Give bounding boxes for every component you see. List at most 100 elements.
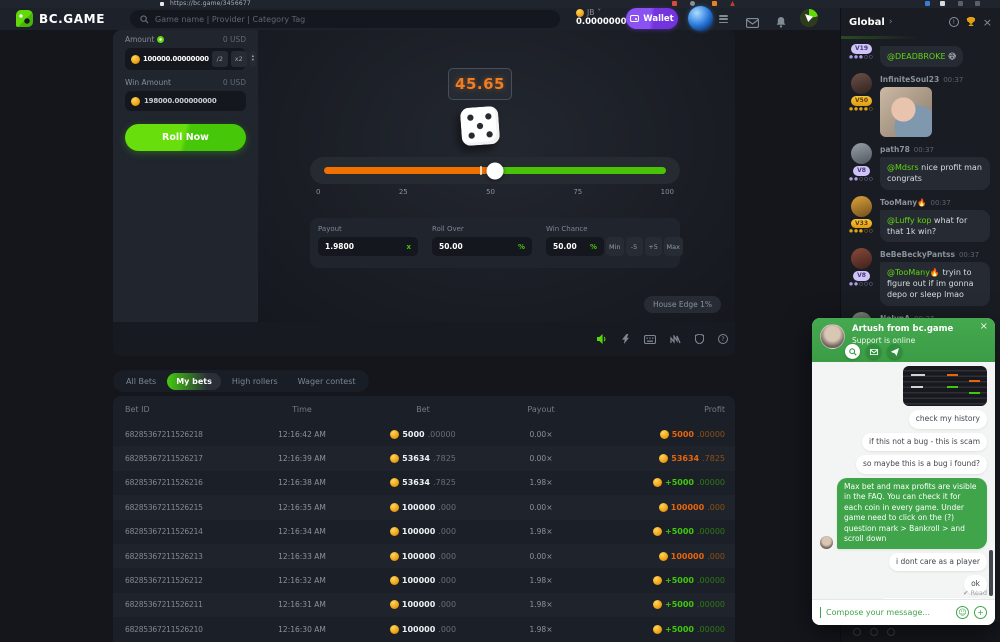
email-icon[interactable]: [866, 344, 881, 359]
table-row[interactable]: 68285367211526217 12:16:39 AM 53634.7825…: [113, 446, 735, 470]
address-bar-url[interactable]: https://bc.game/3456677: [170, 0, 251, 7]
fairness-shield-icon[interactable]: [695, 334, 704, 344]
bet-amount-input[interactable]: 100000.00000000 /2 x2 ▴ ▾: [125, 48, 246, 70]
table-row[interactable]: 68285367211526214 12:16:34 AM 100000.000…: [113, 520, 735, 544]
close-icon[interactable]: ×: [980, 321, 988, 332]
avatar[interactable]: [851, 143, 872, 164]
bonus-spin-icon[interactable]: [800, 9, 818, 27]
attach-icon[interactable]: [887, 628, 895, 636]
game-search-input[interactable]: Game name | Provider | Category Tag: [130, 10, 560, 28]
username[interactable]: BeBeBeckyPantss: [880, 250, 955, 259]
extension-icon[interactable]: [730, 1, 735, 6]
user-avatar[interactable]: [688, 6, 713, 31]
bet-amount: 100000.000: [361, 600, 485, 609]
chat-message[interactable]: V8 ●●○○○ BeBeBeckyPantss00:37 @TooMany🔥 …: [841, 245, 1000, 309]
hotkeys-keyboard-icon[interactable]: [644, 335, 656, 344]
table-row[interactable]: 68285367211526216 12:16:38 AM 53634.7825…: [113, 471, 735, 495]
chat-input-bar[interactable]: [841, 622, 1000, 642]
username[interactable]: InfiniteSoul23: [880, 75, 939, 84]
avatar[interactable]: [851, 73, 872, 94]
extension-icon[interactable]: [690, 1, 695, 6]
support-compose-bar[interactable]: Compose your message... ☺ +: [812, 599, 995, 625]
payout-input[interactable]: 1.9800 x: [318, 237, 418, 256]
chevron-right-icon[interactable]: ›: [889, 17, 893, 27]
balance-selector[interactable]: JB ˅ 0.00000000: [576, 8, 632, 27]
profile-menu-icon[interactable]: [719, 15, 728, 23]
mention[interactable]: @Mdsrs: [887, 163, 921, 172]
roll-slider[interactable]: [310, 157, 680, 184]
chat-message[interactable]: V33 ●●●○○ TooMany🔥00:37 @Luffy kop what …: [841, 193, 1000, 245]
bet-controls-panel: Amount 0 USD 100000.00000000 /2 x2 ▴ ▾ W…: [113, 30, 258, 322]
bets-tab[interactable]: High rollers: [223, 373, 287, 390]
username[interactable]: path78: [880, 145, 910, 154]
step-down-icon[interactable]: ▾: [252, 59, 254, 64]
help-icon[interactable]: ?: [718, 334, 728, 344]
emoji-icon[interactable]: [853, 628, 861, 636]
wallet-icon: [630, 15, 639, 22]
column-header: Payout: [485, 405, 597, 414]
avatar[interactable]: [851, 196, 872, 217]
trophy-icon[interactable]: [966, 17, 976, 27]
half-bet-button[interactable]: /2: [212, 51, 228, 67]
scale-label: 0: [316, 188, 320, 196]
chat-message[interactable]: V8 ●●○○○ path7800:37 @Mdsrs nice profit …: [841, 140, 1000, 192]
double-bet-button[interactable]: x2: [231, 51, 247, 67]
extension-icon[interactable]: [925, 1, 930, 6]
telegram-send-icon[interactable]: [887, 344, 902, 359]
roll-now-button[interactable]: Roll Now: [125, 124, 246, 151]
message-image[interactable]: [880, 87, 932, 137]
table-row[interactable]: 68285367211526211 12:16:31 AM 100000.000…: [113, 593, 735, 617]
messages-mail-icon[interactable]: [746, 13, 759, 32]
mention[interactable]: @DEADBROKE: [887, 52, 948, 61]
extension-icon[interactable]: [975, 1, 980, 6]
avatar[interactable]: [851, 248, 872, 269]
smiley-icon[interactable]: ☺: [956, 606, 969, 619]
amount-stepper[interactable]: ▴ ▾: [250, 51, 256, 67]
trends-icon[interactable]: [670, 335, 681, 344]
support-scrollbar[interactable]: [989, 550, 993, 596]
table-row[interactable]: 68285367211526218 12:16:42 AM 5000.00000…: [113, 422, 735, 446]
gif-icon[interactable]: [870, 628, 878, 636]
extension-icon[interactable]: [672, 1, 677, 6]
chance-button[interactable]: +5: [645, 237, 662, 256]
add-attachment-icon[interactable]: +: [974, 606, 987, 619]
slider-handle[interactable]: [487, 162, 504, 179]
chat-room-title[interactable]: Global: [849, 17, 885, 28]
support-message: check my history: [820, 410, 987, 429]
notifications-bell-icon[interactable]: [776, 13, 786, 32]
bets-tab[interactable]: My bets: [167, 373, 221, 390]
chance-button[interactable]: Min: [606, 237, 624, 256]
attached-screenshot[interactable]: [903, 366, 987, 406]
chat-message[interactable]: V19 ●●●○○ @DEADBROKE 😅: [841, 41, 1000, 70]
chat-rules-icon[interactable]: !: [949, 17, 959, 27]
close-icon[interactable]: ×: [983, 16, 992, 29]
coin-icon: [659, 503, 668, 512]
extension-icon[interactable]: [712, 1, 717, 6]
bet-amount-value[interactable]: 100000.00000000: [143, 55, 209, 63]
brand-logo[interactable]: BC.GAME: [16, 10, 105, 27]
chance-button[interactable]: Max: [664, 237, 683, 256]
turbo-bolt-icon[interactable]: [622, 334, 630, 344]
chat-message[interactable]: V50 ●●●●○ InfiniteSoul2300:37: [841, 70, 1000, 140]
win-chance-input[interactable]: 50.00 %: [546, 237, 604, 256]
search-icon[interactable]: [845, 344, 860, 359]
bets-tab[interactable]: Wager contest: [289, 373, 365, 390]
chat-header: Global › ! ×: [841, 8, 1000, 36]
sound-icon[interactable]: [597, 334, 608, 344]
table-row[interactable]: 68285367211526210 12:16:30 AM 100000.000…: [113, 617, 735, 641]
table-row[interactable]: 68285367211526213 12:16:33 AM 100000.000…: [113, 544, 735, 568]
extension-icon[interactable]: [940, 1, 945, 6]
extension-icon[interactable]: [958, 1, 963, 6]
bets-tab[interactable]: All Bets: [117, 373, 165, 390]
table-row[interactable]: 68285367211526212 12:16:32 AM 100000.000…: [113, 568, 735, 592]
mention[interactable]: @Luffy kop: [887, 216, 934, 225]
rollover-input[interactable]: 50.00 %: [432, 237, 532, 256]
slider-track[interactable]: [324, 167, 666, 174]
username[interactable]: TooMany🔥: [880, 198, 927, 207]
mention[interactable]: @TooMany🔥: [887, 268, 942, 277]
table-row[interactable]: 68285367211526215 12:16:35 AM 100000.000…: [113, 495, 735, 519]
compose-input[interactable]: Compose your message...: [826, 608, 951, 617]
level-stars: ●●●○○: [849, 230, 874, 235]
wallet-button[interactable]: Wallet: [626, 8, 678, 29]
chance-button[interactable]: -5: [626, 237, 643, 256]
